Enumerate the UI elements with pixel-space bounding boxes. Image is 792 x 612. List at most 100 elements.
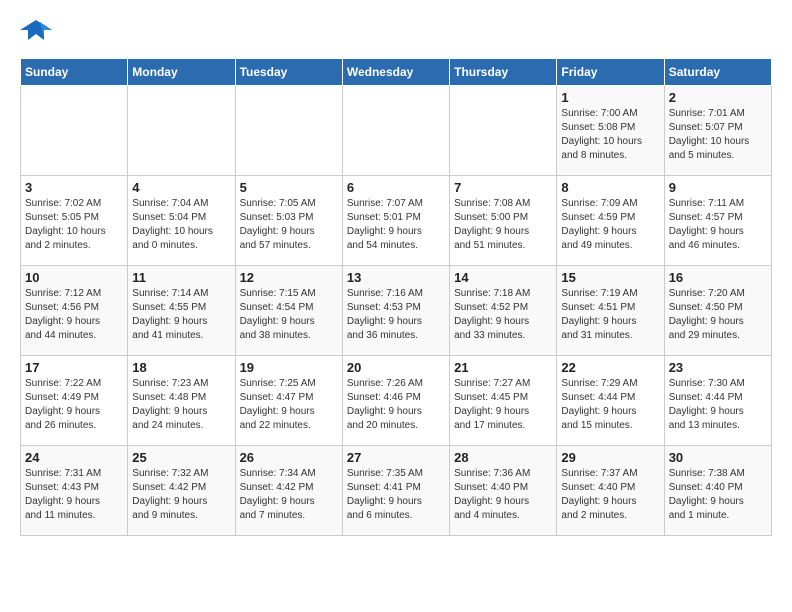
calendar-cell: 17 Sunrise: 7:22 AM Sunset: 4:49 PM Dayli… [21,356,128,446]
day-number: 29 [561,450,659,465]
column-header-friday: Friday [557,59,664,86]
calendar-cell: 5 Sunrise: 7:05 AM Sunset: 5:03 PM Daylig… [235,176,342,266]
day-info: Sunrise: 7:12 AM Sunset: 4:56 PM Dayligh… [25,287,123,343]
calendar-cell: 14 Sunrise: 7:18 AM Sunset: 4:52 PM Dayli… [450,266,557,356]
day-info: Sunrise: 7:20 AM Sunset: 4:50 PM Dayligh… [669,287,767,343]
day-info: Sunrise: 7:14 AM Sunset: 4:55 PM Dayligh… [132,287,230,343]
day-number: 24 [25,450,123,465]
day-info: Sunrise: 7:32 AM Sunset: 4:42 PM Dayligh… [132,467,230,523]
day-number: 4 [132,180,230,195]
day-number: 12 [240,270,338,285]
calendar-cell: 20 Sunrise: 7:26 AM Sunset: 4:46 PM Dayli… [342,356,449,446]
column-header-thursday: Thursday [450,59,557,86]
calendar-cell: 10 Sunrise: 7:12 AM Sunset: 4:56 PM Dayli… [21,266,128,356]
day-info: Sunrise: 7:27 AM Sunset: 4:45 PM Dayligh… [454,377,552,433]
day-info: Sunrise: 7:38 AM Sunset: 4:40 PM Dayligh… [669,467,767,523]
calendar-cell: 16 Sunrise: 7:20 AM Sunset: 4:50 PM Dayli… [664,266,771,356]
calendar-cell: 3Sunrise: 7:02 AM Sunset: 5:05 PM Daylig… [21,176,128,266]
calendar-cell: 25 Sunrise: 7:32 AM Sunset: 4:42 PM Dayli… [128,446,235,536]
calendar-cell: 6Sunrise: 7:07 AM Sunset: 5:01 PM Daylig… [342,176,449,266]
calendar-cell: 2 Sunrise: 7:01 AM Sunset: 5:07 PM Daylig… [664,86,771,176]
day-info: Sunrise: 7:07 AM Sunset: 5:01 PM Dayligh… [347,197,445,253]
day-info: Sunrise: 7:36 AM Sunset: 4:40 PM Dayligh… [454,467,552,523]
calendar-table: SundayMondayTuesdayWednesdayThursdayFrid… [20,58,772,536]
day-number: 1 [561,90,659,105]
calendar-cell: 8 Sunrise: 7:09 AM Sunset: 4:59 PM Daylig… [557,176,664,266]
day-info: Sunrise: 7:19 AM Sunset: 4:51 PM Dayligh… [561,287,659,343]
day-number: 19 [240,360,338,375]
day-info: Sunrise: 7:22 AM Sunset: 4:49 PM Dayligh… [25,377,123,433]
day-number: 7 [454,180,552,195]
day-number: 27 [347,450,445,465]
day-info: Sunrise: 7:31 AM Sunset: 4:43 PM Dayligh… [25,467,123,523]
column-header-wednesday: Wednesday [342,59,449,86]
column-header-tuesday: Tuesday [235,59,342,86]
day-info: Sunrise: 7:25 AM Sunset: 4:47 PM Dayligh… [240,377,338,433]
calendar-cell: 22 Sunrise: 7:29 AM Sunset: 4:44 PM Dayli… [557,356,664,446]
column-header-monday: Monday [128,59,235,86]
calendar-week-4: 17 Sunrise: 7:22 AM Sunset: 4:49 PM Dayli… [21,356,772,446]
day-info: Sunrise: 7:23 AM Sunset: 4:48 PM Dayligh… [132,377,230,433]
day-info: Sunrise: 7:18 AM Sunset: 4:52 PM Dayligh… [454,287,552,343]
calendar-week-5: 24 Sunrise: 7:31 AM Sunset: 4:43 PM Dayli… [21,446,772,536]
day-info: Sunrise: 7:15 AM Sunset: 4:54 PM Dayligh… [240,287,338,343]
calendar-cell: 12 Sunrise: 7:15 AM Sunset: 4:54 PM Dayli… [235,266,342,356]
day-info: Sunrise: 7:01 AM Sunset: 5:07 PM Dayligh… [669,107,767,163]
calendar-cell: 30 Sunrise: 7:38 AM Sunset: 4:40 PM Dayli… [664,446,771,536]
day-number: 8 [561,180,659,195]
calendar-cell: 13 Sunrise: 7:16 AM Sunset: 4:53 PM Dayli… [342,266,449,356]
day-number: 17 [25,360,123,375]
day-number: 22 [561,360,659,375]
day-number: 20 [347,360,445,375]
day-info: Sunrise: 7:16 AM Sunset: 4:53 PM Dayligh… [347,287,445,343]
calendar-cell: 21 Sunrise: 7:27 AM Sunset: 4:45 PM Dayli… [450,356,557,446]
calendar-header-row: SundayMondayTuesdayWednesdayThursdayFrid… [21,59,772,86]
calendar-cell: 15 Sunrise: 7:19 AM Sunset: 4:51 PM Dayli… [557,266,664,356]
calendar-body: 1Sunrise: 7:00 AM Sunset: 5:08 PM Daylig… [21,86,772,536]
day-number: 9 [669,180,767,195]
day-info: Sunrise: 7:30 AM Sunset: 4:44 PM Dayligh… [669,377,767,433]
day-info: Sunrise: 7:08 AM Sunset: 5:00 PM Dayligh… [454,197,552,253]
day-number: 5 [240,180,338,195]
calendar-cell: 1Sunrise: 7:00 AM Sunset: 5:08 PM Daylig… [557,86,664,176]
day-info: Sunrise: 7:05 AM Sunset: 5:03 PM Dayligh… [240,197,338,253]
calendar-cell: 26 Sunrise: 7:34 AM Sunset: 4:42 PM Dayli… [235,446,342,536]
column-header-sunday: Sunday [21,59,128,86]
day-info: Sunrise: 7:26 AM Sunset: 4:46 PM Dayligh… [347,377,445,433]
calendar-cell: 27 Sunrise: 7:35 AM Sunset: 4:41 PM Dayli… [342,446,449,536]
day-number: 3 [25,180,123,195]
day-info: Sunrise: 7:35 AM Sunset: 4:41 PM Dayligh… [347,467,445,523]
day-number: 30 [669,450,767,465]
day-number: 10 [25,270,123,285]
day-number: 16 [669,270,767,285]
column-header-saturday: Saturday [664,59,771,86]
day-number: 11 [132,270,230,285]
day-info: Sunrise: 7:34 AM Sunset: 4:42 PM Dayligh… [240,467,338,523]
calendar-cell: 9 Sunrise: 7:11 AM Sunset: 4:57 PM Daylig… [664,176,771,266]
day-info: Sunrise: 7:11 AM Sunset: 4:57 PM Dayligh… [669,197,767,253]
calendar-cell: 18 Sunrise: 7:23 AM Sunset: 4:48 PM Dayli… [128,356,235,446]
calendar-cell: 11 Sunrise: 7:14 AM Sunset: 4:55 PM Dayli… [128,266,235,356]
calendar-week-3: 10 Sunrise: 7:12 AM Sunset: 4:56 PM Dayli… [21,266,772,356]
calendar-week-2: 3Sunrise: 7:02 AM Sunset: 5:05 PM Daylig… [21,176,772,266]
day-number: 2 [669,90,767,105]
day-number: 15 [561,270,659,285]
day-number: 14 [454,270,552,285]
calendar-cell: 24 Sunrise: 7:31 AM Sunset: 4:43 PM Dayli… [21,446,128,536]
calendar-cell [21,86,128,176]
calendar-cell: 19 Sunrise: 7:25 AM Sunset: 4:47 PM Dayli… [235,356,342,446]
day-info: Sunrise: 7:09 AM Sunset: 4:59 PM Dayligh… [561,197,659,253]
day-info: Sunrise: 7:37 AM Sunset: 4:40 PM Dayligh… [561,467,659,523]
calendar-cell: 28Sunrise: 7:36 AM Sunset: 4:40 PM Dayli… [450,446,557,536]
day-number: 21 [454,360,552,375]
calendar-cell: 23 Sunrise: 7:30 AM Sunset: 4:44 PM Dayli… [664,356,771,446]
day-info: Sunrise: 7:04 AM Sunset: 5:04 PM Dayligh… [132,197,230,253]
calendar-cell: 7 Sunrise: 7:08 AM Sunset: 5:00 PM Daylig… [450,176,557,266]
day-number: 25 [132,450,230,465]
day-number: 18 [132,360,230,375]
calendar-week-1: 1Sunrise: 7:00 AM Sunset: 5:08 PM Daylig… [21,86,772,176]
day-number: 13 [347,270,445,285]
day-info: Sunrise: 7:29 AM Sunset: 4:44 PM Dayligh… [561,377,659,433]
day-number: 23 [669,360,767,375]
day-number: 26 [240,450,338,465]
